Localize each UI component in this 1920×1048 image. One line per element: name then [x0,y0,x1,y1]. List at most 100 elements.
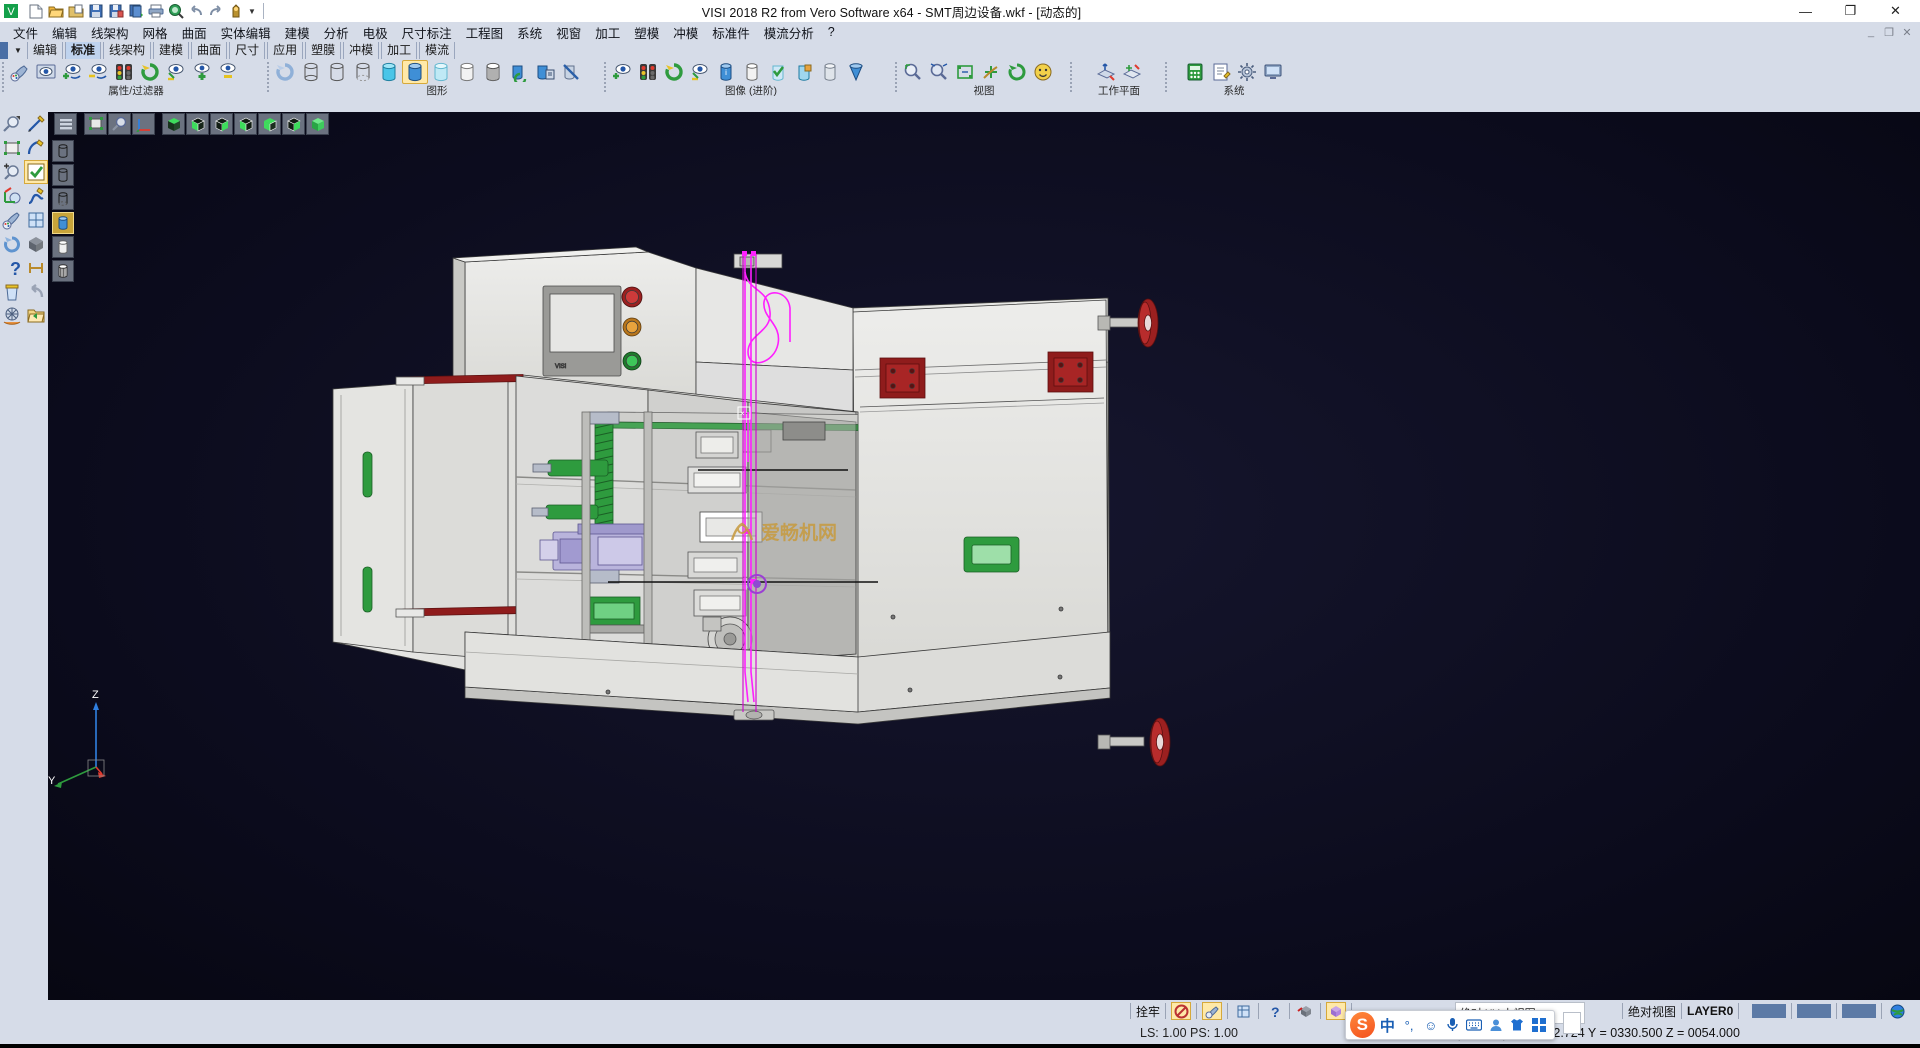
shade-settings-icon[interactable] [532,60,558,84]
sogou-logo-icon[interactable]: S [1350,1012,1375,1038]
adv-cyl-green-icon[interactable] [765,60,791,84]
fit-window-icon[interactable] [0,136,24,160]
draw-spline-icon[interactable] [24,184,48,208]
adv-cyl-white-icon[interactable] [739,60,765,84]
adv-refresh-icon[interactable] [661,60,687,84]
menu-file[interactable]: 文件 [6,22,45,43]
status-field-3[interactable] [1842,1004,1876,1018]
ime-emoji[interactable]: ☺ [1420,1013,1442,1037]
open-folder-icon[interactable] [46,2,66,20]
show-entity-icon[interactable] [59,60,85,84]
visi-logo-icon[interactable]: V [2,2,20,20]
menu-die[interactable]: 冲模 [666,22,705,43]
tab-surface[interactable]: 曲面 [191,42,227,59]
tab-mould[interactable]: 塑膜 [305,42,341,59]
help-icon[interactable]: ? [1264,1002,1284,1020]
snap-toggle-icon[interactable] [1171,1002,1191,1020]
zoom-window-icon[interactable] [900,60,926,84]
shaded-white-icon[interactable] [454,60,480,84]
status-field-2[interactable] [1797,1004,1831,1018]
hidden-dashed-icon[interactable] [350,60,376,84]
adv-cyl-orange-icon[interactable] [791,60,817,84]
tab-standard[interactable]: 标准 [65,42,101,59]
rotate-icon[interactable] [1004,60,1030,84]
mdi-close-button[interactable]: ✕ [1898,24,1916,40]
save-all-icon[interactable] [126,2,146,20]
tab-edit[interactable]: 编辑 [27,42,63,59]
traffic-light-icon[interactable] [111,60,137,84]
tab-flow[interactable]: 模流 [419,42,455,59]
shaded-cyan-icon[interactable] [376,60,402,84]
redo-icon[interactable] [206,2,226,20]
tab-machining[interactable]: 加工 [381,42,417,59]
refresh-view-icon[interactable] [137,60,163,84]
magnify-select-icon[interactable] [0,112,24,136]
redraw-icon[interactable] [272,60,298,84]
menu-mesh[interactable]: 网格 [136,22,175,43]
menu-wireframe[interactable]: 线架构 [84,22,136,43]
maximize-button[interactable]: ❐ [1828,0,1873,22]
tab-die[interactable]: 冲模 [343,42,379,59]
ime-voice-input[interactable] [1442,1013,1464,1037]
help-query-icon[interactable]: ? [0,256,24,280]
open-part-icon[interactable] [66,2,86,20]
print-icon[interactable] [146,2,166,20]
adv-toggle-icon[interactable] [687,60,713,84]
view-face-icon[interactable] [1030,60,1056,84]
workplane-set-icon[interactable] [1093,60,1119,84]
3d-viewport[interactable]: VISI [48,112,1920,1000]
menu-flow-analysis[interactable]: 模流分析 [757,22,821,43]
toolbar-drag-handle[interactable] [0,60,7,94]
menu-standard-parts[interactable]: 标准件 [705,22,757,43]
print-preview-icon[interactable] [166,2,186,20]
menu-window[interactable]: 视窗 [549,22,588,43]
shaded-hatched-icon[interactable] [480,60,506,84]
menu-help[interactable]: ? [821,24,842,40]
refresh-icon[interactable] [0,232,24,256]
zoom-all-icon[interactable] [926,60,952,84]
toolbar-drag-handle[interactable] [1163,60,1170,94]
menu-solid-edit[interactable]: 实体编辑 [214,22,278,43]
render-icon[interactable] [0,304,24,328]
attributes-icon[interactable] [1202,1002,1222,1020]
toolbar-drag-handle[interactable] [1068,60,1075,94]
hidden-line-icon[interactable] [324,60,350,84]
calculator-icon[interactable] [1182,60,1208,84]
screen-icon[interactable] [1260,60,1286,84]
toolbar-drag-handle[interactable] [265,60,272,94]
attributes-icon[interactable] [7,60,33,84]
close-button[interactable]: ✕ [1873,0,1918,22]
draw-line-icon[interactable] [24,112,48,136]
menu-drawing[interactable]: 工程图 [459,22,511,43]
zoom-fit-icon[interactable] [952,60,978,84]
tab-dimension[interactable]: 尺寸 [229,42,265,59]
status-input-box[interactable] [1563,1012,1581,1034]
mdi-restore-button[interactable]: ❐ [1880,24,1898,40]
overflow-chevron-icon[interactable]: ▼ [246,2,258,20]
globe-icon[interactable] [1887,1002,1907,1020]
render-cube-icon[interactable] [1326,1002,1346,1020]
cad-model-smt-equipment[interactable]: VISI [48,112,1920,1000]
adv-cone-blue-icon[interactable] [843,60,869,84]
undo-icon[interactable] [186,2,206,20]
ime-toolbox[interactable] [1528,1013,1550,1037]
menu-electrode[interactable]: 电极 [356,22,395,43]
new-file-icon[interactable] [26,2,46,20]
attributes-paint-icon[interactable] [0,208,24,232]
ime-chinese-mode[interactable]: 中 [1377,1013,1399,1037]
grid-plane-icon[interactable] [24,208,48,232]
menu-system[interactable]: 系统 [510,22,549,43]
status-field-1[interactable] [1752,1004,1786,1018]
dynamic-view-icon[interactable] [0,184,24,208]
properties-icon[interactable] [226,2,246,20]
toolbar-drag-handle[interactable] [893,60,900,94]
menu-surface[interactable]: 曲面 [175,22,214,43]
shaded-blue-icon[interactable] [402,60,428,84]
tab-modeling[interactable]: 建模 [153,42,189,59]
hide-entity-icon[interactable] [85,60,111,84]
save-as-icon[interactable] [106,2,126,20]
remove-visible-icon[interactable] [215,60,241,84]
tab-application[interactable]: 应用 [267,42,303,59]
undo-arrow-icon[interactable] [24,280,48,304]
entity-visibility-icon[interactable] [33,60,59,84]
